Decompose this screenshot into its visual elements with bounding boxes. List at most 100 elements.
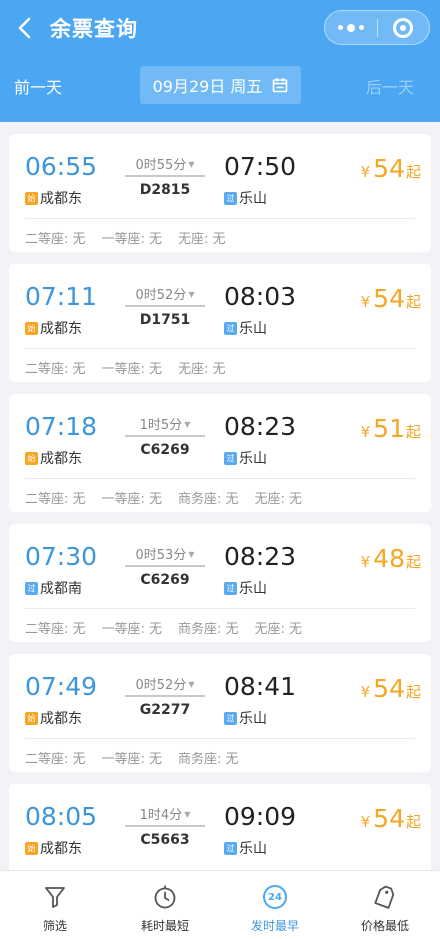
train-card[interactable]: 08:05 始 成都东 1时4分 ▼ C5663 09:09 过 乐山 ¥ 54 …: [9, 784, 431, 870]
seat-info: 二等座: 无: [25, 492, 86, 507]
train-number: C5663: [140, 832, 190, 848]
chevron-left-icon: [18, 17, 31, 39]
price: ¥ 54 起: [361, 674, 421, 703]
card-divider: [25, 608, 415, 609]
duration-text: 0时53分: [135, 548, 187, 563]
card-divider: [25, 738, 415, 739]
duration[interactable]: 0时52分 ▼: [125, 674, 205, 693]
more-button[interactable]: [325, 11, 377, 44]
pass-tag: 过: [25, 581, 38, 595]
arrival-station-name: 乐山: [239, 321, 267, 337]
stopwatch-icon: [152, 884, 178, 910]
train-card[interactable]: 06:55 始 成都东 0时55分 ▼ D2815 07:50 过 乐山 ¥ 54…: [9, 134, 431, 252]
duration-text: 0时52分: [135, 288, 187, 303]
pass-tag: 过: [224, 711, 237, 725]
train-number: D2815: [139, 182, 191, 198]
caret-down-icon: ▼: [188, 290, 195, 299]
departure-time: 08:05: [25, 802, 98, 831]
mini-program-capsule: [324, 10, 430, 45]
seat-info: 无座: 无: [178, 362, 226, 377]
tab-earliest-label: 发时最早: [250, 919, 299, 933]
tab-cheapest-label: 价格最低: [360, 919, 409, 933]
seat-info: 商务座: 无: [178, 622, 239, 637]
funnel-icon: [42, 884, 68, 910]
price-suffix: 起: [405, 683, 421, 701]
departure-time: 07:11: [25, 282, 98, 311]
tab-earliest[interactable]: 24 发时最早: [220, 871, 330, 939]
prev-day-button[interactable]: 前一天: [14, 74, 62, 98]
pass-tag: 过: [224, 451, 237, 465]
page-title: 余票查询: [50, 17, 138, 41]
departure-station-name: 成都东: [40, 711, 82, 727]
title-bar: 余票查询: [0, 0, 440, 56]
clock-24-icon: 24: [262, 884, 288, 910]
duration[interactable]: 0时55分 ▼: [125, 154, 205, 173]
price-value: 54: [373, 674, 405, 703]
arrival-time: 08:41: [224, 672, 297, 701]
arrival-station-name: 乐山: [239, 711, 267, 727]
departure-station: 始 成都东: [25, 708, 82, 728]
tab-shortest[interactable]: 耗时最短: [110, 871, 220, 939]
seat-info: 一等座: 无: [101, 622, 163, 637]
train-number: C6269: [140, 572, 190, 588]
currency-symbol: ¥: [360, 553, 371, 571]
train-number: C6269: [140, 442, 190, 458]
arrival-time: 09:09: [224, 802, 297, 831]
currency-symbol: ¥: [360, 163, 371, 181]
next-day-button[interactable]: 后一天: [366, 74, 414, 98]
train-card[interactable]: 07:11 始 成都东 0时52分 ▼ D1751 08:03 过 乐山 ¥ 54…: [9, 264, 431, 382]
price-value: 54: [373, 284, 405, 313]
date-navigation: 前一天 09月29日 周五 后一天: [0, 60, 440, 110]
origin-tag: 始: [25, 711, 38, 725]
price: ¥ 51 起: [361, 414, 421, 443]
tab-cheapest[interactable]: 价格最低: [330, 871, 440, 939]
train-card[interactable]: 07:30 过 成都南 0时53分 ▼ C6269 08:23 过 乐山 ¥ 48…: [9, 524, 431, 642]
departure-station-name: 成都东: [40, 451, 82, 467]
date-picker[interactable]: 09月29日 周五: [140, 66, 301, 104]
duration[interactable]: 0时52分 ▼: [125, 284, 205, 303]
pass-tag: 过: [224, 191, 237, 205]
price-tag-icon: [372, 884, 398, 910]
duration[interactable]: 1时4分 ▼: [125, 804, 205, 823]
departure-station: 过 成都南: [25, 578, 82, 598]
train-card[interactable]: 07:49 始 成都东 0时52分 ▼ G2277 08:41 过 乐山 ¥ 54…: [9, 654, 431, 772]
caret-down-icon: ▼: [184, 420, 191, 429]
origin-tag: 始: [25, 451, 38, 465]
seat-info: 二等座: 无: [25, 752, 86, 767]
departure-station-name: 成都东: [40, 191, 82, 207]
departure-time: 07:18: [25, 412, 98, 441]
train-card[interactable]: 07:18 始 成都东 1时5分 ▼ C6269 08:23 过 乐山 ¥ 51 …: [9, 394, 431, 512]
caret-down-icon: ▼: [188, 680, 195, 689]
duration[interactable]: 0时53分 ▼: [125, 544, 205, 563]
bottom-tab-bar: 筛选 耗时最短 24 发时最早 价格最低: [0, 870, 440, 939]
departure-station: 始 成都东: [25, 448, 82, 468]
seat-info: 商务座: 无: [178, 492, 239, 507]
price-value: 48: [373, 544, 405, 573]
more-dots-icon: [337, 23, 364, 32]
price-value: 51: [373, 414, 405, 443]
earliest-badge: 24: [263, 885, 287, 909]
duration[interactable]: 1时5分 ▼: [125, 414, 205, 433]
arrival-time: 08:03: [224, 282, 297, 311]
seat-info: 一等座: 无: [101, 362, 163, 377]
duration-line: [125, 175, 205, 177]
price: ¥ 54 起: [361, 804, 421, 833]
origin-tag: 始: [25, 191, 38, 205]
seat-availability: 二等座: 无 一等座: 无 无座: 无: [25, 228, 226, 247]
duration-text: 1时5分: [139, 418, 183, 433]
arrival-station: 过 乐山: [224, 318, 267, 338]
price: ¥ 48 起: [361, 544, 421, 573]
calendar-icon: [273, 78, 288, 93]
seat-info: 一等座: 无: [101, 752, 163, 767]
currency-symbol: ¥: [360, 683, 371, 701]
close-button[interactable]: [378, 11, 430, 44]
back-button[interactable]: [8, 10, 42, 46]
currency-symbol: ¥: [360, 813, 371, 831]
card-divider: [25, 478, 415, 479]
seat-info: 一等座: 无: [101, 232, 163, 247]
tab-filter[interactable]: 筛选: [0, 871, 110, 939]
arrival-station-name: 乐山: [239, 841, 267, 857]
departure-station: 始 成都东: [25, 838, 82, 858]
caret-down-icon: ▼: [188, 160, 195, 169]
seat-availability: 二等座: 无 一等座: 无 无座: 无: [25, 358, 226, 377]
